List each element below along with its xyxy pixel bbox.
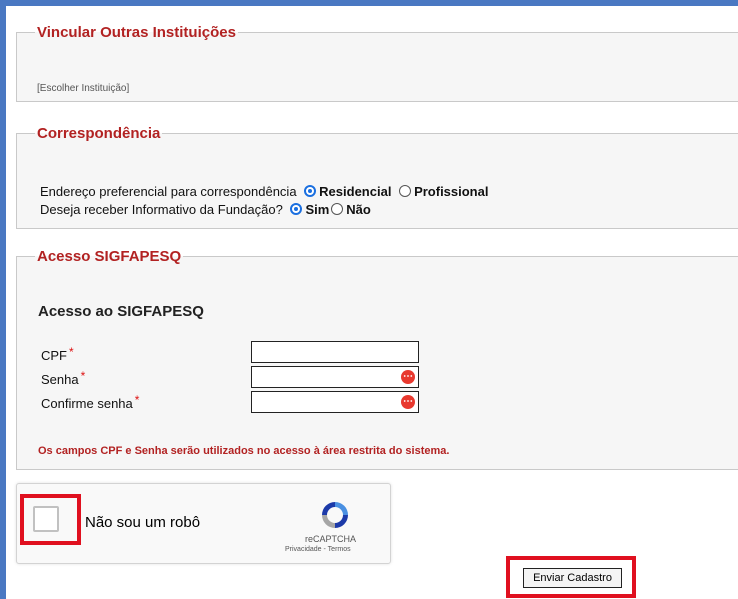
endereco-preferencial-row: Endereço preferencial para correspondênc… [40, 184, 488, 199]
acesso-sigfapesq-section: Acesso SIGFAPESQ Acesso ao SIGFAPESQ CPF… [16, 248, 738, 470]
radio-profissional[interactable] [399, 185, 412, 197]
radio-nao[interactable] [331, 203, 344, 215]
highlight-box-checkbox [20, 494, 81, 545]
password-manager-icon[interactable]: ⋯ [401, 395, 415, 409]
required-marker: * [69, 345, 74, 359]
confirme-senha-input[interactable]: ⋯ [251, 391, 419, 413]
recaptcha-terms-link[interactable]: Privacidade - Termos [285, 546, 351, 553]
correspondencia-legend: Correspondência [37, 125, 161, 142]
cpf-label: CPF [41, 348, 67, 363]
senha-label-row: Senha * [41, 369, 85, 387]
radio-residencial[interactable] [304, 185, 317, 197]
vincular-instituicoes-section: Vincular Outras Instituições [Escolher I… [16, 24, 738, 102]
residencial-label: Residencial [319, 184, 392, 199]
recaptcha-label: Não sou um robô [85, 514, 201, 531]
recaptcha-brand: reCAPTCHA [305, 534, 357, 544]
window-top-border [0, 0, 738, 6]
correspondencia-section: Correspondência Endereço preferencial pa… [16, 125, 738, 229]
recaptcha-widget: Não sou um robô reCAPTCHA Privacidade - … [16, 483, 391, 564]
required-marker: * [134, 393, 140, 407]
radio-sim[interactable] [290, 203, 303, 215]
required-marker: * [80, 369, 86, 383]
escolher-instituicao-link[interactable]: [Escolher Instituição] [37, 83, 129, 94]
recaptcha-logo-icon [322, 502, 348, 528]
confirme-senha-label-row: Confirme senha * [41, 393, 139, 411]
senha-label: Senha [41, 372, 79, 387]
acesso-legend: Acesso SIGFAPESQ [37, 248, 182, 265]
profissional-label: Profissional [414, 184, 489, 199]
enviar-cadastro-button[interactable]: Enviar Cadastro [523, 568, 622, 588]
window-left-border [0, 0, 6, 599]
endereco-preferencial-label: Endereço preferencial para correspondênc… [40, 184, 297, 199]
acesso-title: Acesso ao SIGFAPESQ [38, 303, 204, 320]
confirme-senha-label: Confirme senha [41, 396, 133, 411]
sim-label: Sim [305, 202, 330, 217]
nao-label: Não [346, 202, 371, 217]
vincular-legend: Vincular Outras Instituições [37, 24, 236, 41]
informativo-label: Deseja receber Informativo da Fundação? [40, 202, 283, 217]
acesso-note: Os campos CPF e Senha serão utilizados n… [38, 445, 450, 457]
informativo-row: Deseja receber Informativo da Fundação? … [40, 202, 371, 217]
senha-input[interactable]: ⋯ [251, 366, 419, 388]
cpf-input[interactable] [251, 341, 419, 363]
password-manager-icon[interactable]: ⋯ [401, 370, 415, 384]
cpf-label-row: CPF * [41, 345, 74, 363]
